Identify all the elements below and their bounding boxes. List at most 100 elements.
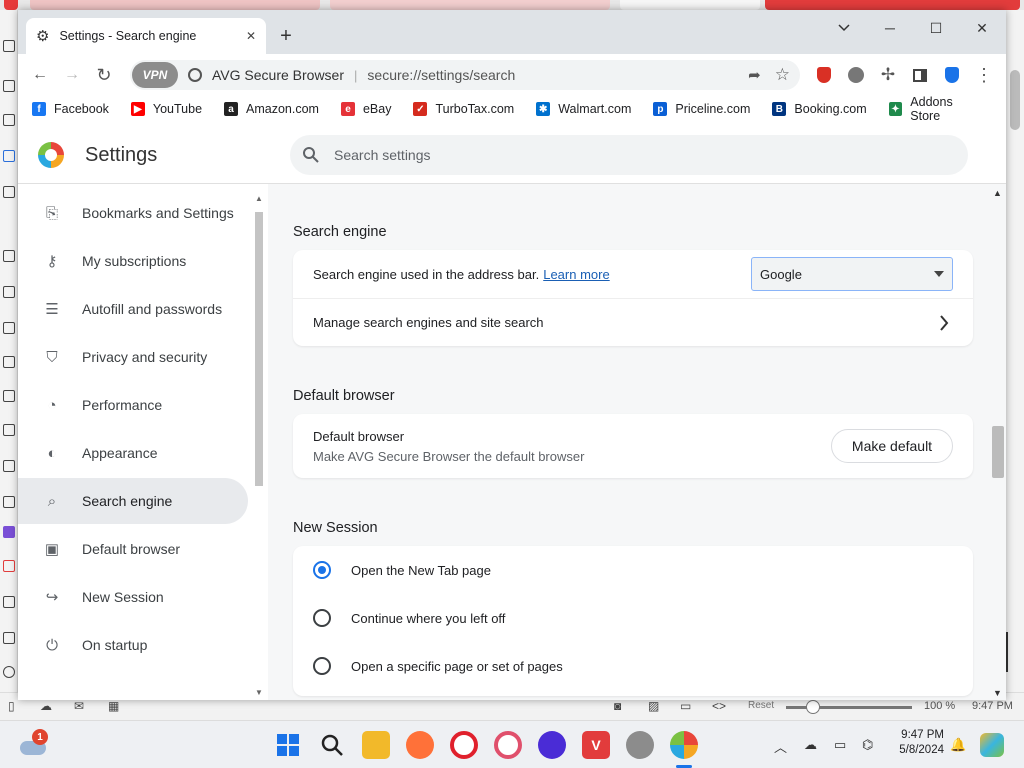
panel-icon[interactable] (3, 286, 15, 298)
minimize-button[interactable]: ─ (868, 14, 912, 42)
image-icon[interactable]: ▨ (648, 699, 659, 713)
radio-button[interactable] (313, 657, 331, 675)
bookmark-item[interactable]: a Amazon.com (224, 102, 319, 116)
extensions-button[interactable]: ✢ (874, 62, 902, 88)
bell-icon[interactable]: 🔔 (950, 737, 968, 753)
address-bar[interactable]: VPN AVG Secure Browser | secure://settin… (130, 60, 800, 90)
scrollbar-thumb[interactable] (1010, 70, 1020, 130)
proton-vpn-icon[interactable] (538, 731, 566, 759)
cloud-offline-icon[interactable]: ☁ (804, 737, 822, 753)
sidebar-item-new-session[interactable]: ↪ New Session (18, 574, 248, 620)
share-icon[interactable]: ➦ (748, 66, 761, 84)
avg-browser-taskbar-icon[interactable] (670, 731, 698, 759)
code-icon[interactable]: <> (712, 699, 726, 713)
system-clock[interactable]: 9:47 PM 5/8/2024 (890, 729, 944, 756)
menu-button[interactable]: ⋮ (970, 62, 998, 88)
reload-button[interactable]: ↻ (90, 62, 118, 88)
search-engine-select[interactable]: Google (751, 257, 953, 291)
star-icon[interactable]: ☆ (775, 65, 790, 85)
panel-icon[interactable] (3, 390, 15, 402)
scroll-up-arrow[interactable]: ▲ (993, 188, 1002, 198)
panel-icon[interactable] (3, 186, 15, 198)
panel-toggle-icon[interactable]: ▯ (8, 699, 15, 713)
opera-gx-icon[interactable] (494, 731, 522, 759)
new-session-option[interactable]: Open the New Tab page (293, 546, 973, 594)
search-input[interactable] (334, 147, 894, 163)
bookmark-item[interactable]: ✱ Walmart.com (536, 102, 631, 116)
tab-search-button[interactable] (822, 14, 866, 42)
maximize-button[interactable]: ☐ (914, 14, 958, 42)
side-panel-button[interactable] (906, 62, 934, 88)
settings-search[interactable] (290, 135, 968, 175)
new-tab-button[interactable]: + (272, 22, 300, 50)
bookmark-item[interactable]: B Booking.com (772, 102, 867, 116)
start-button[interactable] (274, 731, 302, 759)
firefox-icon[interactable] (406, 731, 434, 759)
sidebar-scrollbar[interactable]: ▲ ▼ (254, 194, 264, 697)
opera-icon[interactable] (450, 731, 478, 759)
new-session-option[interactable]: Open a specific page or set of pages (293, 642, 973, 690)
scroll-up-arrow[interactable]: ▲ (254, 194, 264, 203)
vivaldi-icon[interactable]: V (582, 731, 610, 759)
sidebar-item-performance[interactable]: ◔ Performance (18, 382, 248, 428)
back-button[interactable]: ← (26, 62, 54, 88)
new-session-option[interactable]: Continue where you left off (293, 594, 973, 642)
weather-widget[interactable]: 1 (18, 729, 48, 759)
app-icon[interactable] (626, 731, 654, 759)
calendar-icon[interactable]: ▦ (108, 699, 119, 713)
forward-button[interactable]: → (58, 62, 86, 88)
close-button[interactable]: ✕ (960, 14, 1004, 42)
learn-more-link[interactable]: Learn more (543, 267, 609, 282)
privacy-extension-button[interactable] (842, 62, 870, 88)
sidebar-item-privacy-and-security[interactable]: ⛉ Privacy and security (18, 334, 248, 380)
zoom-reset[interactable]: Reset (748, 700, 774, 711)
mail-icon[interactable]: ✉ (74, 699, 84, 713)
tab-settings[interactable]: ⚙ Settings - Search engine ✕ (26, 18, 266, 54)
cloud-icon[interactable]: ☁ (40, 699, 52, 713)
radio-button[interactable] (313, 609, 331, 627)
panel-icon[interactable] (3, 250, 15, 262)
panel-icon[interactable] (3, 632, 15, 644)
gear-icon[interactable] (3, 666, 15, 678)
background-tab[interactable] (30, 0, 320, 10)
make-default-button[interactable]: Make default (831, 429, 953, 463)
bookmark-item[interactable]: p Priceline.com (653, 102, 750, 116)
display-icon[interactable]: ▭ (834, 737, 852, 753)
panel-icon[interactable] (3, 80, 15, 92)
scroll-down-arrow[interactable]: ▼ (254, 688, 264, 697)
sidebar-item-my-subscriptions[interactable]: ⚷ My subscriptions (18, 238, 248, 284)
zoom-slider-handle[interactable] (806, 700, 820, 714)
panel-icon[interactable] (3, 496, 15, 508)
search-button[interactable] (318, 731, 346, 759)
sidebar-item-appearance[interactable]: ◐ Appearance (18, 430, 248, 476)
scroll-down-arrow[interactable]: ▼ (993, 688, 1002, 698)
panel-icon[interactable] (3, 424, 15, 436)
camera-icon[interactable]: ◙ (614, 699, 621, 713)
radio-button[interactable] (313, 561, 331, 579)
vpn-button[interactable]: VPN (132, 62, 178, 88)
sidebar-item-bookmarks-and-settings[interactable]: ⎘ Bookmarks and Settings (18, 190, 248, 236)
bookmark-item[interactable]: e eBay (340, 102, 391, 116)
bookmark-item[interactable]: ▶ YouTube (130, 102, 202, 116)
panel-icon[interactable] (3, 460, 15, 472)
download-icon[interactable] (3, 150, 15, 162)
panel-icon[interactable] (3, 40, 15, 52)
window-icon[interactable]: ▭ (680, 699, 691, 713)
url-text[interactable]: secure://settings/search (367, 67, 515, 83)
panel-icon[interactable] (3, 596, 15, 608)
shield-extension-button[interactable] (810, 62, 838, 88)
chevron-up-icon[interactable]: ︿ (774, 737, 792, 755)
copilot-icon[interactable] (980, 733, 1004, 757)
sidebar-item-default-browser[interactable]: ▣ Default browser (18, 526, 248, 572)
zoom-slider[interactable] (786, 706, 912, 709)
panel-icon[interactable] (3, 560, 15, 572)
network-icon[interactable]: ⌬ (862, 737, 880, 753)
panel-icon[interactable] (3, 114, 15, 126)
avg-shield-button[interactable] (938, 62, 966, 88)
panel-icon[interactable] (3, 322, 15, 334)
sidebar-item-search-engine[interactable]: ⌕ Search engine (18, 478, 248, 524)
sidebar-item-autofill-and-passwords[interactable]: ☰ Autofill and passwords (18, 286, 248, 332)
mastodon-icon[interactable] (3, 526, 15, 538)
bookmark-item[interactable]: ✓ TurboTax.com (413, 102, 514, 116)
panel-icon[interactable] (3, 356, 15, 368)
